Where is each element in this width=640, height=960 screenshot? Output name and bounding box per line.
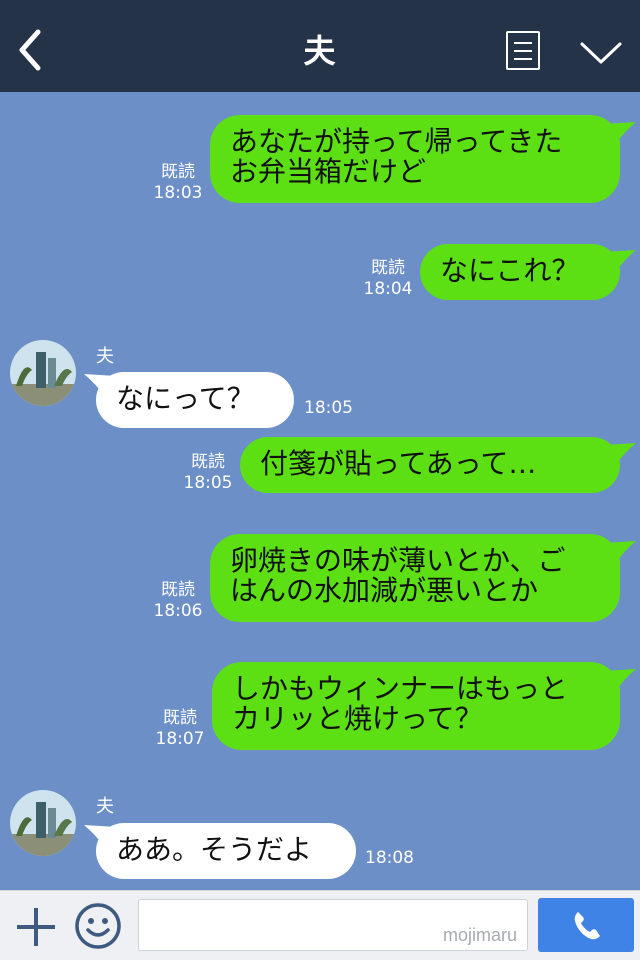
smiley-icon: [75, 903, 121, 949]
message-input[interactable]: mojimaru: [138, 899, 528, 951]
message-text-line: ああ。そうだよ: [116, 833, 313, 866]
call-button[interactable]: [538, 898, 634, 952]
read-status: 既読: [191, 452, 225, 472]
watermark-text: mojimaru: [442, 925, 517, 945]
sender-name: 夫: [96, 796, 114, 817]
avatar-photo: [10, 790, 76, 856]
avatar[interactable]: [10, 790, 76, 856]
message-bubble[interactable]: なにこれ？: [420, 244, 620, 300]
bubble-tail: [604, 669, 636, 693]
read-status: 既読: [163, 708, 197, 728]
emoji-button[interactable]: [74, 902, 122, 950]
message-text-line: なにって？: [116, 382, 255, 415]
phone-icon: [574, 912, 600, 940]
chat-header: 夫: [0, 0, 640, 92]
note-button[interactable]: [506, 31, 540, 70]
avatar-photo: [10, 340, 76, 406]
note-icon: [514, 42, 532, 44]
message-list[interactable]: 既読 18:03 あなたが持って帰ってきた お弁当箱だけど 既読 18:04 な…: [0, 92, 640, 890]
plus-icon: [17, 908, 55, 946]
message-text-line: なにこれ？: [440, 254, 580, 287]
message-bubble[interactable]: しかもウィンナーはもっと カリッと焼けって？: [212, 662, 620, 750]
message-time: 18:05: [304, 398, 353, 418]
message-text-line: お弁当箱だけど: [230, 155, 427, 188]
message-text-line: しかもウィンナーはもっと: [232, 672, 569, 705]
bubble-tail: [604, 541, 636, 565]
message-time: 18:06: [153, 601, 203, 621]
read-status: 既読: [161, 162, 195, 182]
add-button[interactable]: [14, 905, 58, 949]
bubble-tail: [604, 122, 636, 146]
message-text-line: あなたが持って帰ってきた: [230, 125, 563, 158]
message-bubble[interactable]: ああ。そうだよ: [96, 823, 356, 879]
chevron-down-icon: [580, 42, 622, 64]
message-text-line: 卵焼きの味が薄いとか、ご: [230, 544, 566, 577]
message-text-line: 付箋が貼ってあって…: [260, 447, 537, 480]
read-status: 既読: [161, 580, 195, 600]
read-status: 既読: [371, 258, 405, 278]
message-time: 18:03: [153, 183, 203, 203]
message-time: 18:08: [365, 848, 414, 868]
message-bubble[interactable]: 卵焼きの味が薄いとか、ご はんの水加減が悪いとか: [210, 534, 620, 622]
input-bar: mojimaru: [0, 890, 640, 960]
message-text-line: カリッと焼けって？: [232, 702, 483, 735]
message-time: 18:05: [183, 473, 233, 493]
bubble-tail: [604, 250, 636, 274]
message-bubble[interactable]: 付箋が貼ってあって…: [240, 437, 620, 493]
message-text-line: はんの水加減が悪いとか: [230, 574, 539, 607]
avatar[interactable]: [10, 340, 76, 406]
message-bubble[interactable]: なにって？: [96, 372, 294, 428]
sender-name: 夫: [96, 346, 114, 367]
message-time: 18:07: [155, 729, 205, 749]
bubble-tail: [604, 443, 636, 467]
message-bubble[interactable]: あなたが持って帰ってきた お弁当箱だけど: [210, 115, 620, 203]
chat-title: 夫: [303, 32, 337, 70]
message-time: 18:04: [363, 279, 413, 299]
menu-toggle-button[interactable]: [578, 38, 624, 68]
